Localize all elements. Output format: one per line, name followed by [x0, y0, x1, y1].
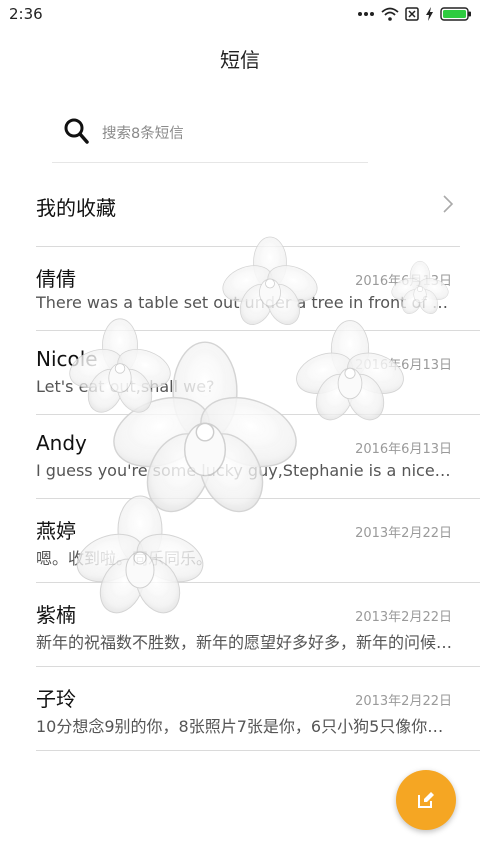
message-preview: 10分想念9别的你，8张照片7张是你，6只小狗5只像你，4… [36, 717, 452, 736]
message-date: 2013年2月22日 [355, 610, 452, 625]
message-date: 2016年6月13日 [355, 358, 452, 373]
contact-name: 紫楠 [36, 603, 76, 627]
contact-name: 燕婷 [36, 519, 76, 543]
no-sim-icon [405, 7, 419, 21]
conversation-list: 倩倩 2016年6月13日 There was a table set out … [36, 247, 480, 751]
charging-icon [426, 7, 433, 21]
message-date: 2016年6月13日 [355, 274, 452, 289]
status-bar: 2:36 [0, 0, 480, 28]
message-preview: I guess you're some lucky guy,Stephanie … [36, 461, 452, 480]
conversation-row[interactable]: 子玲 2013年2月22日 10分想念9别的你，8张照片7张是你，6只小狗5只像… [36, 667, 480, 751]
message-preview: 新年的祝福数不胜数，新年的愿望好多好多，新年的问候… [36, 633, 452, 652]
conversation-row[interactable]: 紫楠 2013年2月22日 新年的祝福数不胜数，新年的愿望好多好多，新年的问候… [36, 583, 480, 667]
favorites-row[interactable]: 我的收藏 [36, 180, 460, 247]
contact-name: Nicole [36, 347, 98, 371]
message-date: 2013年2月22日 [355, 526, 452, 541]
message-preview: Let's eat out,shall we? [36, 377, 215, 396]
status-icons [357, 5, 472, 23]
message-preview: 嗯。收到啦。同乐同乐。 [36, 549, 213, 568]
compose-button[interactable] [396, 770, 456, 830]
compose-icon [418, 792, 434, 808]
search-input[interactable]: 搜索8条短信 [102, 122, 184, 143]
search-bar[interactable]: 搜索8条短信 [52, 110, 368, 163]
page-title: 短信 [220, 48, 260, 72]
conversation-row[interactable]: 燕婷 2013年2月22日 嗯。收到啦。同乐同乐。 [36, 499, 480, 583]
status-time: 2:36 [9, 5, 43, 23]
contact-name: Andy [36, 431, 87, 455]
signal-dots-icon [358, 12, 374, 16]
contact-name: 倩倩 [36, 267, 76, 291]
conversation-row[interactable]: Nicole 2016年6月13日 Let's eat out,shall we… [36, 331, 480, 415]
message-preview: There was a table set out under a tree i… [36, 293, 452, 312]
message-date: 2013年2月22日 [355, 694, 452, 709]
search-icon [64, 118, 89, 144]
conversation-row[interactable]: 倩倩 2016年6月13日 There was a table set out … [36, 247, 480, 331]
wifi-icon [381, 7, 399, 21]
favorites-label: 我的收藏 [36, 196, 116, 220]
contact-name: 子玲 [36, 687, 76, 711]
conversation-row[interactable]: Andy 2016年6月13日 I guess you're some luck… [36, 415, 480, 499]
battery-icon [440, 7, 471, 21]
message-date: 2016年6月13日 [355, 442, 452, 457]
chevron-right-icon [443, 195, 454, 213]
